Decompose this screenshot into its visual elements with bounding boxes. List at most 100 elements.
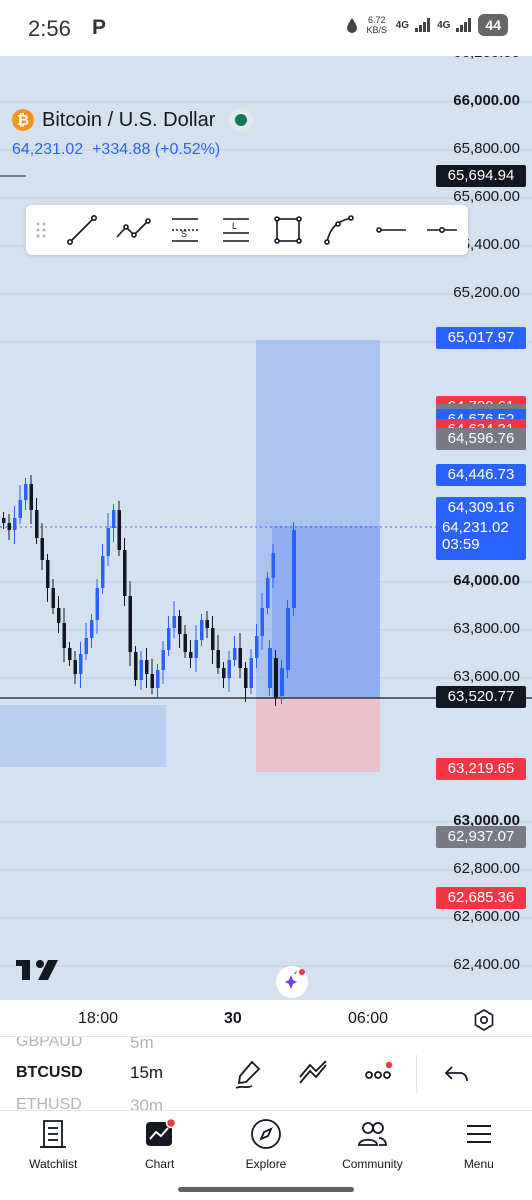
symbol-ethusd[interactable]: ETHUSD (16, 1096, 82, 1110)
chart-area[interactable]: ₿ Bitcoin / U.S. Dollar 64,231.02 +334.8… (0, 48, 532, 1048)
price-axis-label: 64,000.00 (453, 572, 520, 589)
drawing-favorites-icon[interactable] (296, 1057, 330, 1091)
candle-countdown: 03:59 (442, 536, 480, 553)
candle-body (205, 620, 209, 628)
candle-body (134, 652, 138, 680)
candle-body (268, 648, 272, 688)
candle-body (73, 660, 77, 674)
strip-divider (416, 1055, 417, 1093)
candle-body (139, 660, 143, 680)
nav-label-community: Community (342, 1157, 403, 1171)
parallel-channel-icon[interactable]: S (159, 205, 211, 255)
curve-icon[interactable] (313, 205, 365, 255)
candle-body (24, 484, 28, 500)
time-label-1800: 18:00 (78, 1010, 119, 1027)
watchlist-icon (40, 1120, 67, 1148)
candle-body (29, 484, 33, 510)
rectangle-icon[interactable] (262, 205, 314, 255)
candle-body (35, 510, 39, 538)
compass-icon (251, 1119, 281, 1149)
interval-5m[interactable]: 5m (130, 1037, 154, 1053)
svg-text:S: S (181, 229, 187, 239)
interval-15m[interactable]: 15m (130, 1063, 163, 1083)
time-label-30: 30 (224, 1010, 242, 1027)
signal-icon (456, 18, 472, 32)
price-tag: 63,520.77 (436, 686, 526, 708)
candle-body (172, 616, 176, 628)
long-position-stop-zone[interactable] (256, 698, 380, 772)
candle-body (90, 620, 94, 638)
parking-app-indicator: P (92, 16, 107, 39)
nav-menu[interactable]: Menu (426, 1111, 532, 1200)
network-type-2: 4G (437, 19, 451, 31)
candle-body (51, 588, 55, 608)
status-icons: 6.72 KB/S 4G 4G 44 (346, 14, 508, 36)
candle-body (123, 550, 127, 596)
candle-body (156, 670, 160, 688)
candlestick-series (2, 475, 296, 706)
candle-body (46, 560, 50, 588)
community-icon (358, 1122, 388, 1146)
candle-body (211, 628, 215, 650)
nav-label-chart: Chart (144, 1157, 175, 1171)
pair-name[interactable]: Bitcoin / U.S. Dollar (42, 109, 215, 132)
candle-body (292, 530, 296, 608)
candle-body (249, 658, 253, 688)
candle-body (266, 578, 270, 608)
net-speed: 6.72 KB/S (366, 15, 387, 35)
long-position-icon[interactable]: L (210, 205, 262, 255)
candle-body (183, 634, 187, 652)
undo-icon[interactable] (440, 1057, 474, 1091)
drag-handle-icon[interactable] (26, 205, 56, 255)
symbol-btcusd[interactable]: BTCUSD (16, 1064, 83, 1082)
last-price: 64,231.02 (12, 141, 84, 158)
candle-body (145, 660, 149, 674)
candle-body (79, 654, 83, 674)
price-axis-label: 62,800.00 (453, 860, 520, 877)
signal-icon (415, 18, 431, 32)
brush-drawing-icon[interactable] (232, 1057, 266, 1091)
demand-zone[interactable] (0, 705, 166, 767)
chart-settings-gear-icon[interactable] (472, 1008, 496, 1032)
horizontal-line-icon[interactable] (416, 205, 468, 255)
drawing-toolbar: S L (26, 205, 468, 255)
price-tag: 62,685.36 (436, 886, 526, 909)
nav-label-watchlist: Watchlist (29, 1157, 78, 1171)
candle-body (117, 510, 121, 550)
candle-body (238, 648, 242, 668)
horizontal-ray-icon[interactable] (365, 205, 417, 255)
candle-body (233, 648, 237, 660)
price-tag: 62,937.07 (436, 826, 526, 849)
price-axis-label: 65,800.00 (453, 140, 520, 157)
symbol-header[interactable]: ₿ Bitcoin / U.S. Dollar (12, 108, 254, 132)
trend-line-icon[interactable] (56, 205, 108, 255)
interval-30m[interactable]: 30m (130, 1096, 163, 1110)
home-indicator[interactable] (178, 1187, 354, 1192)
candle-body (161, 650, 165, 670)
nav-label-menu: Menu (463, 1157, 494, 1171)
candle-body (280, 668, 284, 696)
more-options-icon[interactable] (362, 1057, 396, 1091)
candle-body (255, 636, 259, 658)
price-quote: 64,231.02 +334.88 (+0.52%) (12, 141, 220, 159)
price-axis-label: 63,600.00 (453, 668, 520, 685)
candle-body (167, 628, 171, 650)
bitcoin-icon: ₿ (12, 109, 34, 131)
network-type-1: 4G (395, 19, 410, 31)
candle-body (106, 528, 110, 556)
symbol-gbpaud[interactable]: GBPAUD (16, 1037, 82, 1051)
candle-body (216, 650, 220, 668)
candle-body (95, 588, 99, 620)
candle-body (274, 658, 278, 698)
menu-icon (466, 1125, 491, 1143)
crosshair-price-tag: 65,694.94 (436, 165, 526, 187)
nav-watchlist[interactable]: Watchlist (0, 1111, 106, 1200)
candle-body (7, 523, 11, 530)
candle-body (244, 668, 248, 688)
time-axis[interactable]: 18:00 30 06:00 (0, 1000, 532, 1036)
candle-body (68, 648, 72, 660)
data-saver-icon (346, 18, 357, 33)
polyline-icon[interactable] (107, 205, 159, 255)
ai-assistant-icon[interactable] (276, 966, 308, 998)
status-time: 2:56 (28, 16, 71, 41)
